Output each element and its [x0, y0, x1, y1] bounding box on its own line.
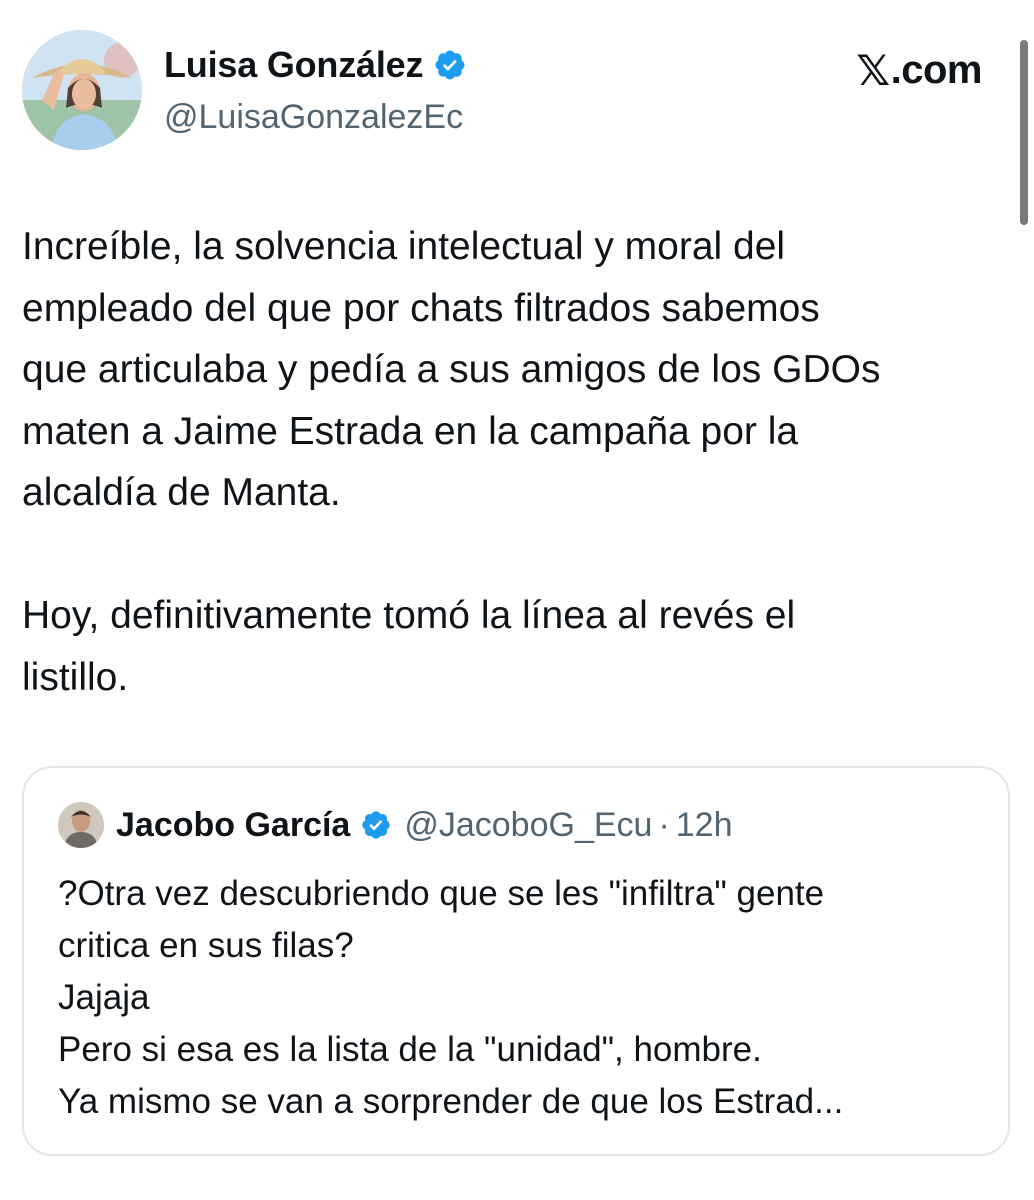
author-display-name[interactable]: Luisa González [164, 44, 423, 86]
author-name-row: Luisa González [164, 44, 467, 86]
separator-dot: · [658, 805, 670, 844]
quoted-tweet-line: Pero si esa es la lista de la "unidad", … [58, 1030, 762, 1069]
quoted-tweet-line: Jajaja [58, 978, 150, 1017]
x-com-logo: 𝕏 .com [856, 46, 982, 95]
quoted-author-name[interactable]: Jacobo García [116, 806, 350, 845]
quoted-tweet-line: Ya mismo se van a sorprender de que los … [58, 1082, 844, 1121]
tweet-paragraph: Increíble, la solvencia intelectual y mo… [22, 225, 881, 514]
quoted-tweet-time[interactable]: 12h [676, 806, 733, 845]
verified-badge-icon[interactable] [433, 48, 467, 82]
x-logo-icon: 𝕏 [856, 46, 890, 95]
verified-badge-icon [360, 809, 392, 841]
tweet-paragraph: Hoy, definitivamente tomó la línea al re… [22, 594, 796, 699]
author-handle[interactable]: @LuisaGonzalezEc [164, 98, 463, 137]
avatar-photo-icon [58, 802, 104, 848]
brand-domain: .com [890, 48, 983, 92]
quoted-tweet-header: Jacobo García @JacoboG_Ecu · 12h [58, 802, 733, 848]
quoted-tweet-line: critica en sus filas? [58, 926, 354, 965]
quoted-author-handle[interactable]: @JacoboG_Ecu [404, 806, 652, 845]
quoted-author-avatar[interactable] [58, 802, 104, 848]
avatar-photo-icon [22, 30, 142, 150]
scrollbar-thumb[interactable] [1020, 40, 1028, 225]
tweet-header: Luisa González @LuisaGonzalezEc 𝕏 .com [22, 30, 1012, 154]
tweet-body: Increíble, la solvencia intelectual y mo… [22, 216, 1012, 708]
quoted-tweet-card[interactable]: Jacobo García @JacoboG_Ecu · 12h ?Otra v… [22, 766, 1010, 1156]
quoted-tweet-body: ?Otra vez descubriendo que se les "infil… [58, 868, 988, 1128]
quoted-tweet-line: ?Otra vez descubriendo que se les "infil… [58, 874, 825, 913]
author-avatar[interactable] [22, 30, 142, 150]
